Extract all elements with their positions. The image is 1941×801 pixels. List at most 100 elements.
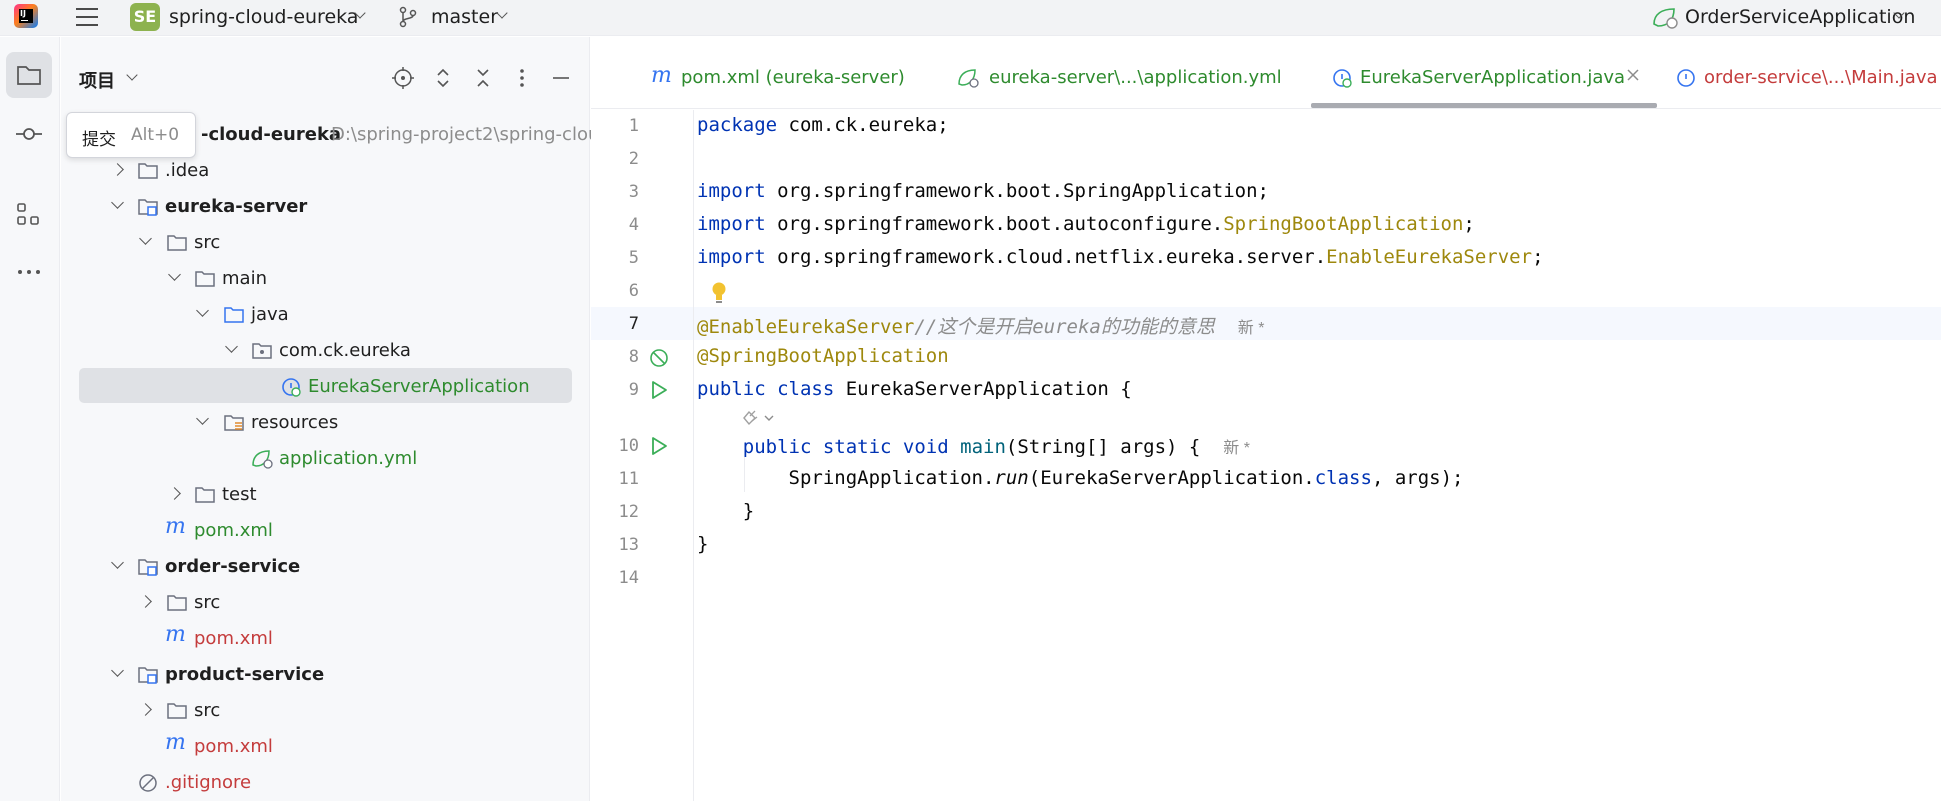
- tree-item-order-service[interactable]: order-service: [61, 550, 590, 584]
- tab-label: order-service\...\Main.java: [1704, 67, 1938, 88]
- code-text: ;: [1463, 213, 1475, 235]
- tree-item-label: test: [222, 484, 257, 505]
- tree-item-pom-product[interactable]: m pom.xml: [61, 730, 590, 764]
- chevron-down-icon[interactable]: [168, 268, 181, 281]
- keyword: public class: [697, 378, 835, 400]
- project-switcher[interactable]: spring-cloud-eureka: [169, 6, 358, 28]
- more-tools-button[interactable]: [6, 249, 52, 295]
- code-line-12: }: [697, 500, 754, 522]
- hide-panel-icon[interactable]: [548, 65, 574, 91]
- commit-icon: [16, 128, 42, 140]
- code-text: , args);: [1371, 467, 1464, 489]
- maven-icon: m: [165, 514, 186, 539]
- locate-file-icon[interactable]: [390, 65, 416, 91]
- author-hint[interactable]: 新 *: [1223, 440, 1250, 457]
- tree-item-application-yml[interactable]: application.yml: [61, 442, 590, 476]
- tree-item-test[interactable]: test: [61, 478, 590, 512]
- tree-item-gitignore[interactable]: .gitignore: [61, 766, 590, 800]
- code-text: (EurekaServerApplication.: [1028, 467, 1315, 489]
- project-view-title[interactable]: 项目: [79, 67, 115, 93]
- tree-item-src[interactable]: src: [61, 226, 590, 260]
- folder-icon: [167, 595, 187, 611]
- tree-item-label: src: [194, 232, 221, 253]
- line-number: 1: [628, 116, 639, 136]
- intellij-logo-icon[interactable]: IJ: [14, 4, 38, 28]
- chevron-down-icon[interactable]: [126, 69, 138, 81]
- tree-item-src[interactable]: src: [61, 586, 590, 620]
- chevron-down-icon[interactable]: [111, 664, 124, 677]
- close-icon[interactable]: [1626, 68, 1640, 82]
- tree-item-label: .idea: [165, 160, 210, 181]
- line-number: 11: [618, 469, 639, 489]
- tree-item-main[interactable]: main: [61, 262, 590, 296]
- tree-item-eureka-server-application[interactable]: EurekaServerApplication: [61, 370, 590, 404]
- run-gutter-icon[interactable]: [648, 435, 670, 457]
- git-branch-icon[interactable]: [398, 6, 418, 28]
- project-tool-button[interactable]: [6, 52, 52, 98]
- chevron-right-icon[interactable]: [168, 487, 181, 500]
- line-number: 5: [628, 248, 639, 268]
- annotation: @SpringBootApplication: [697, 345, 949, 367]
- chevron-down-icon[interactable]: [196, 412, 209, 425]
- ai-generate-icon[interactable]: [741, 408, 777, 428]
- static-method: run: [994, 467, 1029, 489]
- tree-item-pom-eureka[interactable]: m pom.xml: [61, 514, 590, 548]
- tree-item-label: com.ck.eureka: [279, 340, 411, 361]
- chevron-down-icon[interactable]: [111, 196, 124, 209]
- main-menu-icon[interactable]: [72, 4, 102, 30]
- chevron-right-icon[interactable]: [139, 703, 152, 716]
- line-number: 8: [628, 347, 639, 367]
- tab-label: EurekaServerApplication.java: [1360, 67, 1626, 88]
- tree-item-label: pom.xml: [194, 520, 273, 541]
- chevron-down-icon[interactable]: [225, 340, 238, 353]
- run-configuration-selector[interactable]: OrderServiceApplication: [1685, 6, 1915, 28]
- code-line-3: import org.springframework.boot.SpringAp…: [697, 180, 1269, 202]
- chevron-down-icon[interactable]: [111, 556, 124, 569]
- line-number: 6: [628, 281, 639, 301]
- tree-item-product-service[interactable]: product-service: [61, 658, 590, 692]
- code-text: }: [697, 533, 709, 555]
- code-line-4: import org.springframework.boot.autoconf…: [697, 213, 1475, 235]
- tree-item-src[interactable]: src: [61, 694, 590, 728]
- author-hint[interactable]: 新 *: [1238, 320, 1265, 337]
- keyword: package: [697, 114, 778, 136]
- tree-item-label: application.yml: [279, 448, 418, 469]
- tree-item-label: src: [194, 592, 221, 613]
- tree-item-eureka-server[interactable]: eureka-server: [61, 190, 590, 224]
- code-text: org.springframework.cloud.netflix.eureka…: [765, 246, 1327, 268]
- code-text: (String[] args) {: [1005, 436, 1201, 458]
- tree-item-package[interactable]: com.ck.eureka: [61, 334, 590, 368]
- code-line-13: }: [697, 533, 708, 555]
- code-text: com.ck.eureka;: [777, 114, 949, 136]
- expand-all-icon[interactable]: [430, 65, 456, 91]
- chevron-right-icon[interactable]: [111, 163, 124, 176]
- chevron-right-icon[interactable]: [139, 595, 152, 608]
- tree-item-idea[interactable]: .idea: [61, 154, 590, 188]
- line-number: 13: [618, 535, 639, 555]
- project-badge[interactable]: SE: [130, 3, 160, 31]
- code-line-11: SpringApplication.run(EurekaServerApplic…: [697, 467, 1464, 489]
- tree-item-label: pom.xml: [194, 628, 273, 649]
- structure-tool-button[interactable]: [6, 191, 52, 237]
- code-line-10: public static void main(String[] args) {…: [697, 434, 1250, 458]
- chevron-down-icon[interactable]: [496, 7, 508, 19]
- tree-item-pom-order[interactable]: m pom.xml: [61, 622, 590, 656]
- lightbulb-icon[interactable]: [708, 280, 730, 306]
- eureka-no-server-icon[interactable]: [647, 346, 671, 370]
- line-number: 7: [628, 314, 639, 334]
- chevron-down-icon[interactable]: [139, 232, 152, 245]
- chevron-down-icon[interactable]: [196, 304, 209, 317]
- spring-class-icon: [1333, 69, 1352, 88]
- branch-switcher[interactable]: master: [431, 6, 498, 28]
- tool-window-strip: [0, 37, 60, 801]
- folder-icon: [195, 271, 215, 287]
- tree-item-label: src: [194, 700, 221, 721]
- tree-item-java[interactable]: java: [61, 298, 590, 332]
- run-gutter-icon[interactable]: [648, 379, 670, 401]
- tree-item-label: pom.xml: [194, 736, 273, 757]
- keyword: import: [697, 213, 766, 235]
- collapse-all-icon[interactable]: [470, 65, 496, 91]
- commit-tool-button[interactable]: [6, 111, 52, 157]
- tree-item-resources[interactable]: resources: [61, 406, 590, 440]
- options-vertical-icon[interactable]: [509, 65, 535, 91]
